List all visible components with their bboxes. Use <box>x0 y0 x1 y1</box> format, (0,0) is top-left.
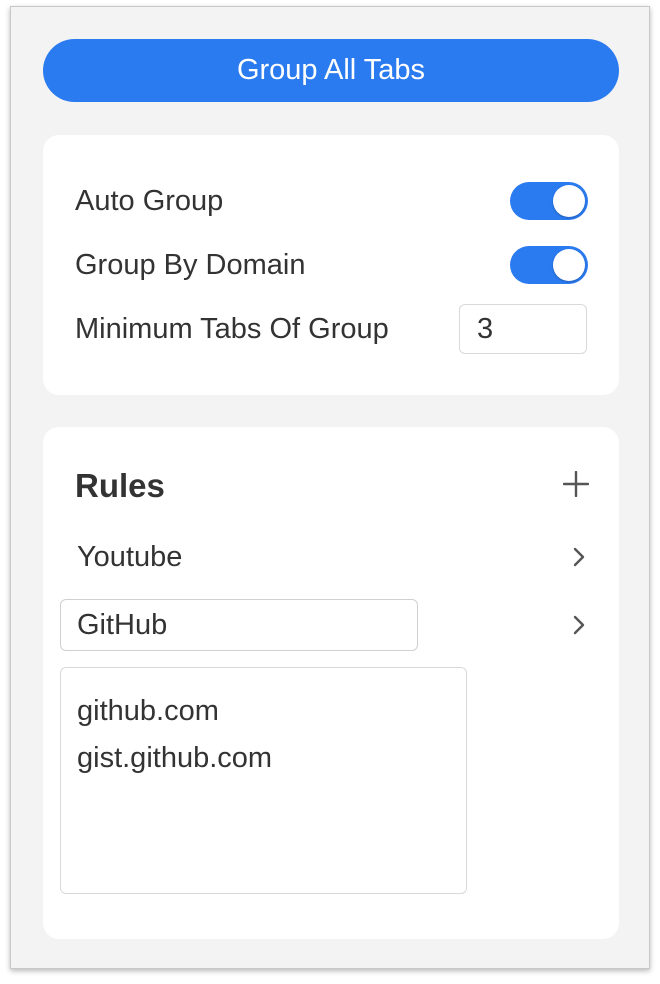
group-by-domain-label: Group By Domain <box>75 248 306 281</box>
rule-item-github <box>60 599 587 651</box>
group-by-domain-row: Group By Domain <box>75 243 588 287</box>
rules-card: Rules Youtube github.com gist.github.com <box>43 427 619 939</box>
rule-item-youtube[interactable]: Youtube <box>60 531 587 583</box>
plus-icon[interactable] <box>563 471 589 497</box>
rule-name-input[interactable] <box>60 599 418 651</box>
auto-group-toggle[interactable] <box>510 182 588 220</box>
chevron-right-icon[interactable] <box>571 546 587 568</box>
toggle-knob <box>553 249 585 281</box>
minimum-tabs-row: Minimum Tabs Of Group <box>75 304 587 354</box>
minimum-tabs-label: Minimum Tabs Of Group <box>75 312 389 345</box>
toggle-knob <box>553 185 585 217</box>
auto-group-row: Auto Group <box>75 179 588 223</box>
group-all-tabs-button[interactable]: Group All Tabs <box>43 39 619 102</box>
settings-card: Auto Group Group By Domain Minimum Tabs … <box>43 135 619 395</box>
chevron-right-icon[interactable] <box>571 614 587 636</box>
popup-window: Group All Tabs Auto Group Group By Domai… <box>10 6 650 969</box>
auto-group-label: Auto Group <box>75 184 224 217</box>
rule-domains-textarea[interactable]: github.com gist.github.com <box>60 667 467 894</box>
rule-name: Youtube <box>77 540 183 573</box>
group-by-domain-toggle[interactable] <box>510 246 588 284</box>
minimum-tabs-input[interactable] <box>459 304 587 354</box>
rules-title: Rules <box>75 467 165 504</box>
